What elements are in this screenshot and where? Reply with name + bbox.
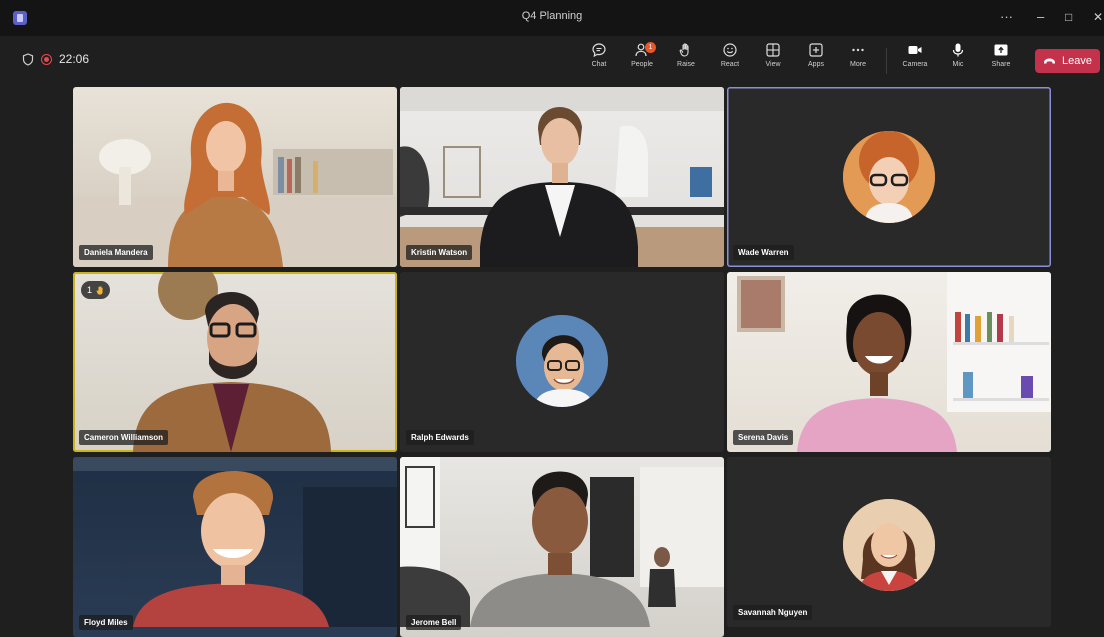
participant-video — [400, 87, 724, 267]
raise-hand-button[interactable]: Raise — [668, 42, 704, 82]
avatar — [843, 499, 935, 591]
chat-button[interactable]: Chat — [581, 42, 617, 82]
participant-video — [73, 457, 397, 627]
participant-name: Wade Warren — [733, 245, 794, 260]
window-title: Q4 Planning — [521, 10, 583, 22]
camera-icon — [908, 46, 922, 54]
view-label: View — [765, 61, 781, 68]
chat-icon — [592, 43, 606, 58]
leave-label: Leave — [1062, 55, 1092, 67]
grid-view-icon — [766, 43, 780, 57]
raised-hand-badge: 1 — [81, 281, 111, 299]
participant-name: Kristin Watson — [406, 245, 473, 260]
shield-icon — [22, 52, 34, 66]
recording-icon — [41, 53, 52, 65]
share-label: Share — [991, 61, 1011, 68]
avatar — [843, 131, 935, 223]
close-button[interactable]: ✕ — [1093, 9, 1103, 25]
apps-label: Apps — [808, 61, 824, 68]
participant-tile[interactable]: Kristin Watson — [400, 87, 724, 267]
minimize-button[interactable]: – — [1037, 9, 1044, 25]
participant-video — [133, 272, 331, 452]
participant-name: Serena Davis — [733, 430, 794, 445]
share-screen-icon — [994, 44, 1008, 56]
share-button[interactable]: Share — [983, 42, 1019, 82]
participant-name: Floyd Miles — [79, 615, 133, 630]
react-button[interactable]: React — [712, 42, 748, 82]
people-count-badge: 1 — [645, 42, 656, 53]
more-icon — [852, 48, 864, 52]
add-app-icon — [809, 43, 823, 57]
raised-hand-icon — [96, 285, 103, 295]
participant-name: Daniela Mandera — [79, 245, 153, 260]
more-label: More — [850, 61, 866, 68]
participant-video — [737, 272, 1051, 452]
raise-order: 1 — [87, 285, 93, 295]
hand-icon — [679, 43, 689, 57]
apps-button[interactable]: Apps — [798, 42, 834, 82]
participant-tile[interactable]: Wade Warren — [727, 87, 1051, 267]
view-button[interactable]: View — [755, 42, 791, 82]
camera-button[interactable]: Camera — [897, 42, 933, 82]
toolbar-divider — [886, 48, 887, 74]
title-bar: Q4 Planning ··· – □ ✕ — [0, 0, 1104, 36]
raise-label: Raise — [677, 61, 695, 68]
participant-tile[interactable]: 1 Cameron Williamson — [73, 272, 397, 452]
chat-label: Chat — [591, 61, 607, 68]
participant-tile[interactable]: Floyd Miles — [73, 457, 397, 637]
video-stage: Daniela Mandera Kristin Watson Wade Warr… — [0, 86, 1104, 637]
people-label: People — [631, 61, 653, 68]
participant-name: Ralph Edwards — [406, 430, 474, 445]
window-more-button[interactable]: ··· — [1000, 9, 1013, 25]
people-button[interactable]: 1 People — [624, 42, 660, 82]
participant-tile[interactable]: Jerome Bell — [400, 457, 724, 637]
participant-tile[interactable]: Daniela Mandera — [73, 87, 397, 267]
participant-video — [73, 102, 397, 267]
microphone-icon — [952, 43, 964, 57]
mic-button[interactable]: Mic — [940, 42, 976, 82]
mic-label: Mic — [952, 61, 964, 68]
participant-name: Cameron Williamson — [79, 430, 169, 445]
emoji-icon — [723, 43, 737, 57]
participant-tile[interactable]: Savannah Nguyen — [727, 457, 1051, 627]
participant-video — [400, 457, 724, 627]
camera-label: Camera — [902, 61, 928, 68]
more-button[interactable]: More — [840, 42, 876, 82]
meeting-toolbar: 22:06 Chat 1 People Raise React View App… — [0, 36, 1104, 86]
participant-name: Savannah Nguyen — [733, 605, 813, 620]
react-label: React — [720, 61, 740, 68]
avatar — [516, 315, 608, 407]
meeting-status: 22:06 — [22, 52, 89, 66]
hang-up-icon — [1044, 58, 1055, 64]
leave-button[interactable]: Leave — [1035, 49, 1100, 73]
meeting-timer: 22:06 — [59, 52, 90, 66]
participant-tile[interactable]: Serena Davis — [727, 272, 1051, 452]
restore-button[interactable]: □ — [1065, 9, 1072, 25]
participant-name: Jerome Bell — [406, 615, 462, 630]
participant-tile[interactable]: Ralph Edwards — [400, 272, 724, 452]
